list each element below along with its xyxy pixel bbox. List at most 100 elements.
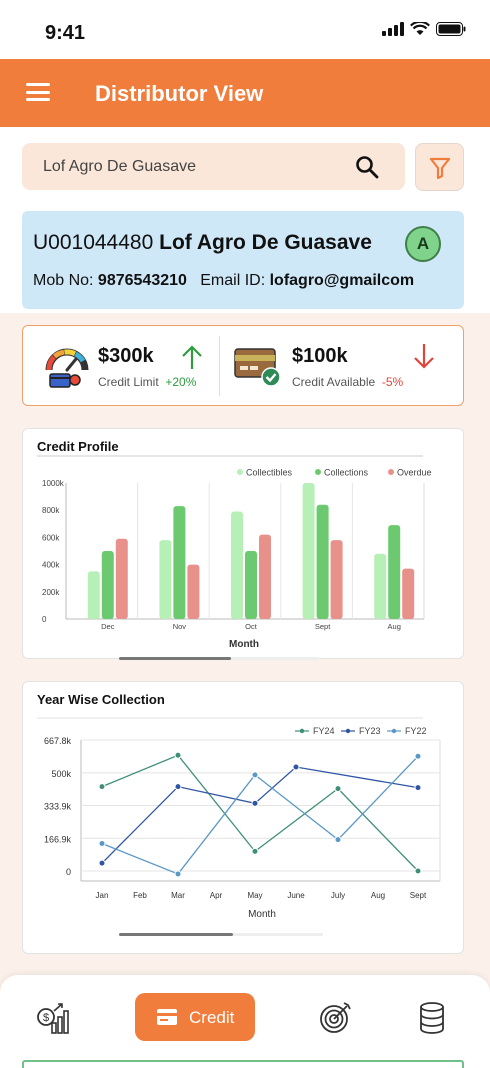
x-tick-label: Aug [388,622,401,631]
hamburger-menu-icon[interactable] [26,83,50,101]
search-value: Lof Agro De Guasave [43,158,196,175]
bar [159,540,172,619]
credit-profile-card: Credit Profile Collectibles Collections Ov… [22,428,464,660]
credit-available-panel: $100k Credit Available -5% [220,326,464,405]
wifi-icon [410,22,430,35]
x-tick-label: Nov [173,622,187,631]
bar [402,568,415,619]
year-wise-collection-chart: FY24 FY23 FY22 0 166.9k 333.9k 500k 667.8k Jan Fe… [37,717,441,920]
data-point [414,752,422,760]
email-label: Email ID: [200,272,266,289]
bar [245,551,257,619]
search-input[interactable]: Lof Agro De Guasave [22,143,405,190]
credit-limit-label: Credit Limit +20% [98,375,197,389]
legend-label: FY24 [313,726,335,736]
distributor-card: U001044480 Lof Agro De Guasave A Mob No:… [22,211,464,309]
x-tick-label: Dec [101,622,115,631]
data-point [174,870,182,878]
x-tick-label: Apr [210,891,223,900]
finance-growth-icon[interactable]: $ [36,1001,70,1035]
bar [316,504,329,619]
legend-marker [345,728,351,734]
mobile-label: Mob No: [33,272,94,289]
bar [259,534,271,619]
y-tick-label: 800k [42,506,60,515]
bar [330,540,343,619]
arrow-up-icon [182,345,202,369]
bottom-navigation: $ Credit [0,975,490,1068]
y-tick-label: 400k [42,561,60,570]
y-tick-label: 333.9k [44,802,72,812]
x-tick-label: June [287,891,305,900]
legend-marker [391,728,397,734]
data-point [251,771,259,779]
page-title: Distributor View [95,81,264,106]
email-value: lofagro@gmailcom [269,272,415,289]
y-tick-label: 1000k [42,479,65,488]
credit-limit-panel: $300k Credit Limit +20% [23,326,219,405]
nav-credit-label: Credit [189,1008,235,1027]
y-tick-label: 500k [51,769,71,779]
legend-label: Collections [324,468,369,478]
credit-profile-chart: Collectibles Collections Overdue 0 200k 400k 6… [37,455,432,650]
x-tick-label: Sept [410,891,427,900]
y-tick-label: 600k [42,533,60,542]
bar [173,506,186,619]
data-point [292,763,300,771]
legend-marker [315,469,321,475]
legend-marker [299,728,305,734]
target-icon[interactable] [318,1001,352,1035]
x-tick-label: Aug [371,891,385,900]
y-tick-label: 667.8k [44,736,72,746]
speedometer-icon [45,348,89,388]
data-point [414,867,422,875]
data-point [251,847,259,855]
x-tick-label: July [331,891,345,900]
bar [374,553,387,619]
nav-credit-button[interactable]: Credit [135,993,255,1041]
bar [87,571,100,619]
svg-text:$: $ [43,1012,49,1024]
data-point [98,783,106,791]
y-tick-label: 166.9k [44,834,72,844]
status-icons [382,22,466,36]
data-point [334,785,342,793]
mobile-value: 9876543210 [97,272,187,289]
chart-scrollbar[interactable] [119,657,231,660]
x-tick-label: Oct [245,622,258,631]
series-line [101,766,419,864]
legend-marker [237,469,243,475]
credit-available-change: -5% [381,375,404,389]
card-check-icon [234,348,281,387]
status-bar: 9:41 [0,0,490,59]
data-point [414,784,422,792]
app-bar: Distributor View [0,59,490,127]
legend-label: Collectibles [246,468,293,478]
x-axis-label: Month [229,639,259,650]
data-point [174,783,182,791]
bar [302,483,315,619]
distributor-contact: Mob No: 9876543210 Email ID: lofagro@gma… [33,272,414,290]
bar [388,525,401,619]
bar [115,538,128,619]
filter-button[interactable] [415,143,464,191]
signal-icon [382,22,404,36]
data-point [174,751,182,759]
x-tick-label: Mar [171,891,185,900]
battery-icon [436,22,466,36]
chart-scrollbar[interactable] [119,933,233,936]
x-tick-label: Sept [315,622,331,631]
legend-label: FY23 [359,726,381,736]
distributor-code: U001044480 [33,231,154,254]
database-icon[interactable] [418,1001,446,1035]
legend-label: FY22 [405,726,427,736]
distributor-title: U001044480 Lof Agro De Guasave [33,231,372,255]
bar [187,564,200,619]
y-tick-label: 200k [42,588,60,597]
credit-summary-card: $300k Credit Limit +20% $100k Credit Ava… [22,325,464,406]
avatar[interactable]: A [405,226,441,262]
y-tick-label: 0 [66,867,71,877]
credit-card-icon [157,1009,177,1025]
bar [231,511,243,619]
search-icon[interactable] [355,155,379,179]
